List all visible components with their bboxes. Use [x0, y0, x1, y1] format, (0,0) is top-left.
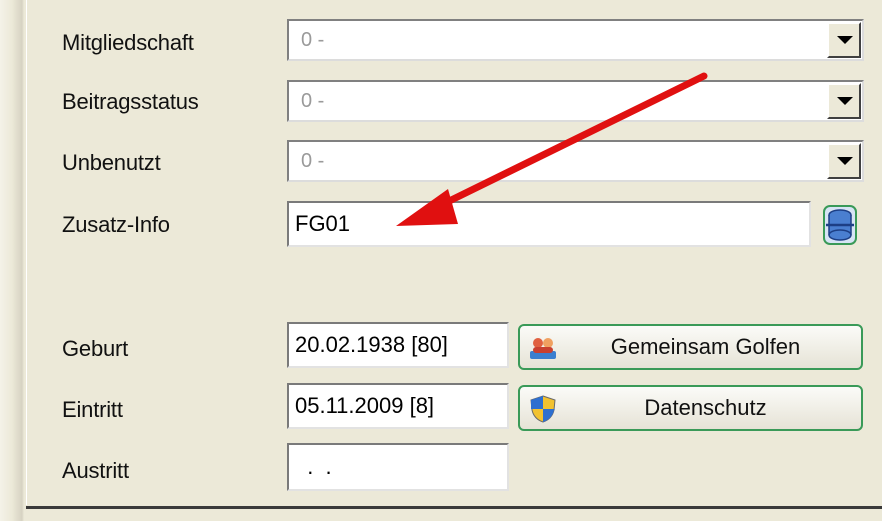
label-mitgliedschaft: Mitgliedschaft [62, 30, 194, 55]
label-eintritt: Eintritt [62, 397, 123, 422]
label-beitragsstatus: Beitragsstatus [62, 89, 199, 114]
datenschutz-button[interactable]: Datenschutz [518, 385, 863, 431]
austritt-input[interactable]: . . [287, 443, 509, 491]
golf-people-icon [528, 333, 558, 363]
label-geburt: Geburt [62, 336, 129, 361]
unbenutzt-dropdown-button[interactable] [827, 143, 861, 179]
datenschutz-label: Datenschutz [644, 395, 767, 420]
mitgliedschaft-dropdown-button[interactable] [827, 22, 861, 58]
zusatz-info-input[interactable]: FG01 [287, 201, 811, 247]
unbenutzt-combobox[interactable]: 0 - [287, 140, 864, 182]
beitragsstatus-dropdown-button[interactable] [827, 83, 861, 119]
label-zusatz-info: Zusatz-Info [62, 212, 170, 237]
gemeinsam-golfen-label: Gemeinsam Golfen [610, 334, 801, 359]
panel-bottom-border [26, 506, 882, 509]
label-unbenutzt: Unbenutzt [62, 150, 161, 175]
shield-icon [528, 394, 558, 424]
beitragsstatus-combobox[interactable]: 0 - [287, 80, 864, 122]
mitgliedschaft-value: 0 - [301, 29, 325, 51]
beitragsstatus-value: 0 - [301, 90, 325, 112]
window-edge [0, 0, 24, 521]
gemeinsam-golfen-button[interactable]: Gemeinsam Golfen [518, 324, 863, 370]
eintritt-input[interactable]: 05.11.2009 [8] [287, 383, 509, 429]
unbenutzt-value: 0 - [301, 150, 325, 172]
geburt-input[interactable]: 20.02.1938 [80] [287, 322, 509, 368]
mitgliedschaft-combobox[interactable]: 0 - [287, 19, 864, 61]
database-icon[interactable] [823, 204, 857, 246]
label-austritt: Austritt [62, 458, 129, 483]
